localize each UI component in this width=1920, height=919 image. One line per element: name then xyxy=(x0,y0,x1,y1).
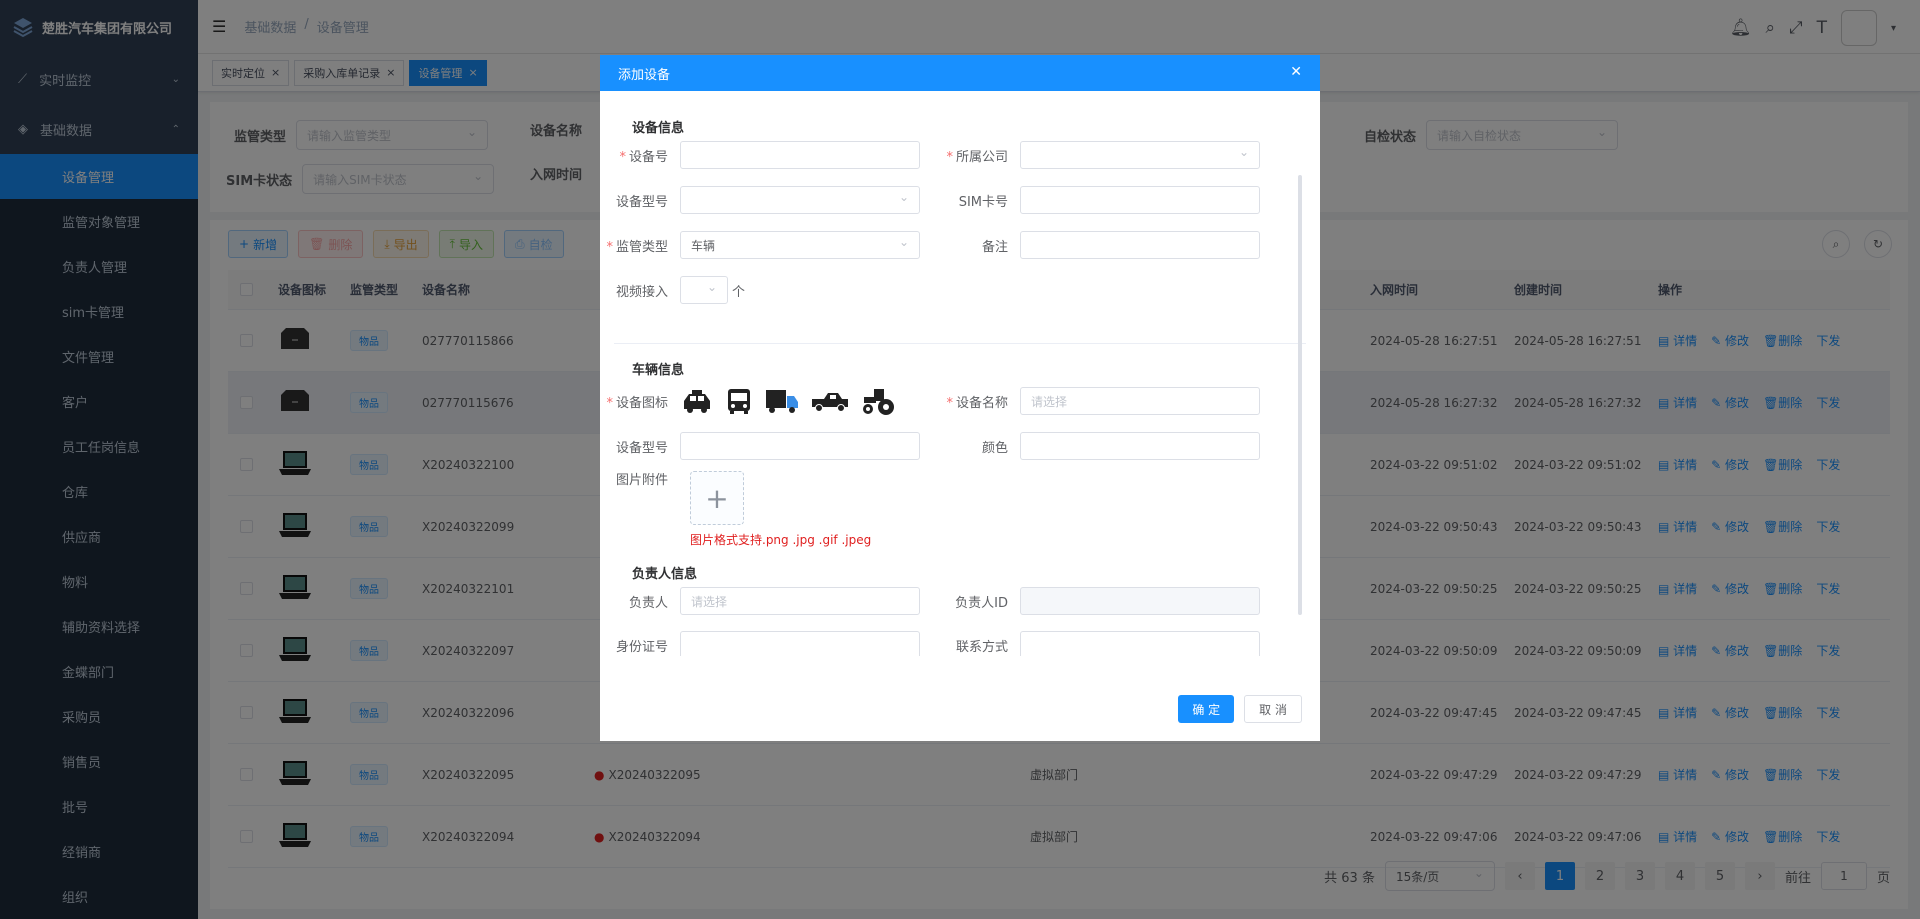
attach-label: 图片附件 xyxy=(615,473,668,488)
bus-icon[interactable] xyxy=(724,386,754,416)
device-icon-label: * 设备图标 xyxy=(600,392,680,411)
device-icon-text: 设备图标 xyxy=(615,395,668,411)
field-owner: 负责人 请选择 xyxy=(600,587,920,615)
video-unit: 个 xyxy=(732,284,746,300)
video-label: 视频接入 xyxy=(615,284,668,300)
add-device-dialog: 添加设备 ✕ 设备信息 *设备号 *所属公司 设备型号 SIM卡号 *监 xyxy=(600,55,1320,741)
field-veh-model: 设备型号 xyxy=(600,432,920,460)
dialog-title: 添加设备 xyxy=(618,67,671,83)
pickup-icon[interactable] xyxy=(810,387,850,415)
model-label: 设备型号 xyxy=(615,194,668,210)
field-device-icon: * 设备图标 xyxy=(600,385,896,417)
field-company: * 所属公司 xyxy=(940,141,1260,169)
dialog-header: 添加设备 ✕ xyxy=(600,55,1320,91)
taxi-icon[interactable] xyxy=(680,387,714,415)
field-device-no: * 设备号 xyxy=(600,141,920,169)
company-text: 所属公司 xyxy=(955,149,1008,165)
sup-type-value: 车辆 xyxy=(691,238,716,253)
sup-type-text: 监管类型 xyxy=(615,239,668,255)
owner-placeholder: 请选择 xyxy=(691,594,728,609)
dev-name-placeholder: 请选择 xyxy=(1031,394,1068,409)
app-root: 楚胜汽车集团有限公司 ⟋ 实时监控 ⌄ ◈ 基础数据 ⌃ 设备管理 监管对象管理… xyxy=(0,0,1920,919)
field-owner-id: 负责人ID xyxy=(940,587,1260,615)
field-dev-name: * 设备名称 请选择 xyxy=(940,387,1260,415)
company-select[interactable] xyxy=(1020,141,1260,169)
section-owner-info: 负责人信息 xyxy=(632,567,698,582)
owner-id-input xyxy=(1020,587,1260,615)
device-no-label: * 设备号 xyxy=(600,146,680,165)
required-mark: * xyxy=(606,395,613,411)
cancel-button[interactable]: 取 消 xyxy=(1244,695,1302,723)
close-icon[interactable]: ✕ xyxy=(1290,64,1302,80)
contact-input[interactable] xyxy=(1020,631,1260,656)
remark-input[interactable] xyxy=(1020,231,1260,259)
attach-hint: 图片格式支持.png .jpg .gif .jpeg xyxy=(690,533,872,547)
upload-plus-icon[interactable]: + xyxy=(690,471,744,525)
dev-name-select[interactable]: 请选择 xyxy=(1020,387,1260,415)
field-color: 颜色 xyxy=(940,432,1260,460)
veh-model-label: 设备型号 xyxy=(615,440,668,456)
required-mark: * xyxy=(946,395,953,411)
field-id-card: 身份证号 xyxy=(600,631,920,656)
sup-type-label: * 监管类型 xyxy=(600,236,680,255)
owner-select[interactable]: 请选择 xyxy=(680,587,920,615)
sim-no-label: SIM卡号 xyxy=(958,194,1008,210)
field-attach: 图片附件 xyxy=(600,469,680,488)
color-input[interactable] xyxy=(1020,432,1260,460)
vehicle-icon-picker xyxy=(680,385,896,417)
company-label: * 所属公司 xyxy=(940,146,1020,165)
field-sup-type: * 监管类型 车辆 xyxy=(600,231,920,259)
field-sim-no: SIM卡号 xyxy=(940,186,1260,214)
device-no-text: 设备号 xyxy=(628,149,668,165)
section-device-info: 设备信息 xyxy=(632,121,685,136)
dialog-scrollbar[interactable] xyxy=(1298,175,1302,615)
tractor-icon[interactable] xyxy=(860,385,896,417)
dialog-footer: 确 定 取 消 xyxy=(1178,695,1302,723)
dialog-body: 设备信息 *设备号 *所属公司 设备型号 SIM卡号 *监管类型 车辆 xyxy=(600,91,1306,656)
section-vehicle-info: 车辆信息 xyxy=(632,363,685,378)
owner-label: 负责人 xyxy=(628,595,668,611)
sim-no-input[interactable] xyxy=(1020,186,1260,214)
required-mark: * xyxy=(606,239,613,255)
field-remark: 备注 xyxy=(940,231,1260,259)
sup-type-select[interactable]: 车辆 xyxy=(680,231,920,259)
device-no-input[interactable] xyxy=(680,141,920,169)
contact-label: 联系方式 xyxy=(955,639,1008,655)
truck-icon[interactable] xyxy=(764,386,800,416)
confirm-button[interactable]: 确 定 xyxy=(1178,695,1235,723)
id-card-label: 身份证号 xyxy=(615,639,668,655)
veh-model-input[interactable] xyxy=(680,432,920,460)
id-card-input[interactable] xyxy=(680,631,920,656)
owner-id-label: 负责人ID xyxy=(955,595,1008,611)
required-mark: * xyxy=(619,149,626,165)
field-video: 视频接入 个 xyxy=(600,276,745,304)
remark-label: 备注 xyxy=(981,239,1008,255)
video-count-select[interactable] xyxy=(680,276,728,304)
dev-name-text: 设备名称 xyxy=(955,395,1008,411)
field-model: 设备型号 xyxy=(600,186,920,214)
required-mark: * xyxy=(946,149,953,165)
section-divider xyxy=(614,343,1306,344)
dev-name-label: * 设备名称 xyxy=(940,392,1020,411)
field-contact: 联系方式 xyxy=(940,631,1260,656)
model-select[interactable] xyxy=(680,186,920,214)
color-label: 颜色 xyxy=(981,440,1008,456)
